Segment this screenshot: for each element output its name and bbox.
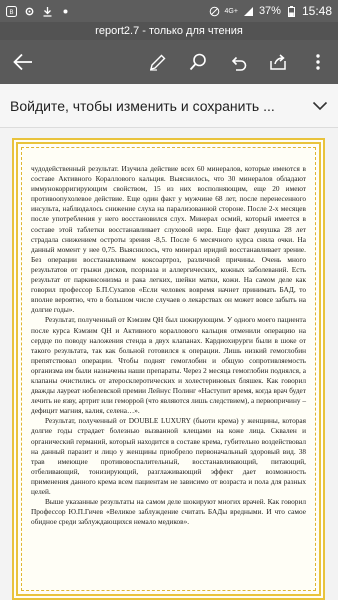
chevron-down-icon[interactable] — [302, 101, 338, 111]
no-sound-icon — [209, 6, 220, 17]
status-bar: B 4G+ 37% 15:48 — [0, 0, 338, 22]
signal-icon — [243, 6, 254, 17]
document-paragraph: чудодейственный результат. Изучила дейст… — [31, 164, 306, 315]
search-button[interactable] — [178, 40, 218, 84]
edit-pencil-icon — [150, 54, 166, 71]
back-arrow-icon — [13, 53, 32, 71]
share-icon — [270, 54, 286, 70]
back-button[interactable] — [0, 40, 46, 84]
search-icon — [189, 53, 206, 71]
sign-in-banner[interactable]: Войдите, чтобы изменить и сохранить ... — [0, 84, 338, 128]
document-paragraph: Выше указанные результаты на самом деле … — [31, 497, 306, 527]
battery-percent: 37% — [258, 5, 281, 17]
undo-button[interactable] — [218, 40, 258, 84]
window-title: report2.7 - только для чтения — [0, 22, 338, 40]
settings-icon — [24, 6, 35, 17]
vk-icon: B — [6, 5, 17, 17]
more-button[interactable] — [298, 40, 338, 84]
sign-in-banner-text: Войдите, чтобы изменить и сохранить ... — [10, 97, 275, 114]
toolbar-actions — [138, 40, 338, 84]
network-type: 4G+ — [224, 7, 238, 15]
download-icon — [42, 6, 53, 17]
document-paragraph: Результат, полученный от DOUBLE LUXURY (… — [31, 416, 306, 496]
more-icon — [316, 54, 320, 70]
document-page[interactable]: чудодейственный результат. Изучила дейст… — [12, 138, 325, 600]
battery-icon — [286, 5, 297, 17]
svg-text:B: B — [9, 10, 13, 16]
document-paragraph: Результат, полученный от Кэмзим QH был ш… — [31, 315, 306, 416]
notification-dot-icon — [60, 6, 71, 17]
status-notifications: B — [6, 5, 71, 17]
clock: 15:48 — [301, 4, 332, 18]
status-system: 4G+ 37% 15:48 — [209, 4, 332, 18]
toolbar — [0, 40, 338, 84]
document-body: чудодейственный результат. Изучила дейст… — [31, 164, 306, 527]
share-button[interactable] — [258, 40, 298, 84]
document-page-border: чудодейственный результат. Изучила дейст… — [21, 147, 316, 591]
undo-icon — [231, 56, 247, 71]
edit-button[interactable] — [138, 40, 178, 84]
